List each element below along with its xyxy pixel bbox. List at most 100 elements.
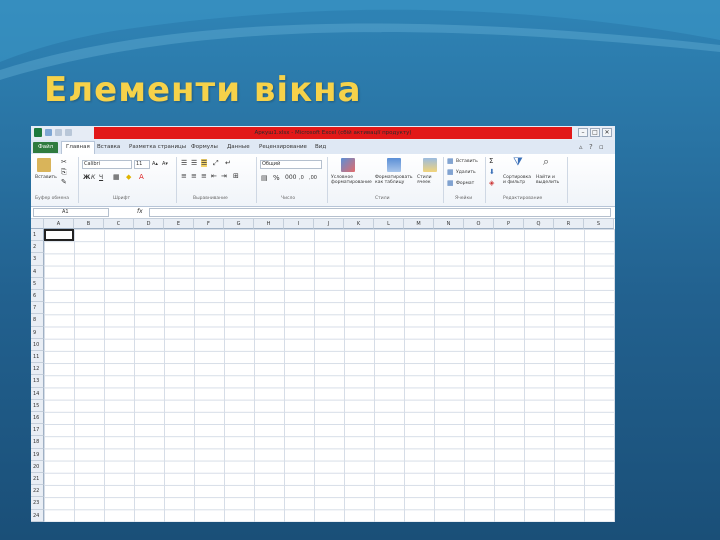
font-size-select[interactable]: 11	[134, 160, 150, 169]
find-select-label[interactable]: Найти и выделить	[536, 175, 566, 185]
column-header[interactable]: K	[344, 219, 374, 229]
sort-filter-label[interactable]: Сортировка и фильтр	[503, 175, 533, 185]
active-cell[interactable]	[44, 229, 74, 241]
row-header[interactable]: 20	[31, 460, 44, 473]
align-bottom-icon[interactable]: ☰	[201, 159, 208, 167]
row-header[interactable]: 12	[31, 363, 44, 376]
column-header[interactable]: J	[314, 219, 344, 229]
fx-icon[interactable]: fx	[137, 208, 143, 215]
percent-icon[interactable]: %	[273, 174, 280, 182]
cut-icon[interactable]: ✂	[61, 158, 67, 166]
column-header[interactable]: P	[494, 219, 524, 229]
column-header[interactable]: F	[194, 219, 224, 229]
name-box[interactable]: A1	[33, 208, 109, 217]
format-as-table-icon[interactable]	[387, 158, 401, 172]
column-header[interactable]: L	[374, 219, 404, 229]
wrap-text-icon[interactable]: ↵	[225, 159, 231, 167]
format-painter-icon[interactable]: ✎	[61, 178, 67, 186]
autosum-icon[interactable]: Σ	[489, 157, 493, 165]
shrink-font-icon[interactable]: A▾	[162, 160, 168, 168]
row-header[interactable]: 15	[31, 399, 44, 412]
column-header[interactable]: C	[104, 219, 134, 229]
format-as-table-label[interactable]: Форматировать как таблицу	[375, 175, 415, 185]
tab-view[interactable]: Вид	[315, 142, 326, 153]
cell-styles-icon[interactable]	[423, 158, 437, 172]
column-header[interactable]: D	[134, 219, 164, 229]
minimize-ribbon-icon[interactable]: ▵	[579, 143, 583, 151]
fill-icon[interactable]: ⬇	[489, 168, 495, 176]
row-header[interactable]: 6	[31, 290, 44, 303]
number-format-select[interactable]: Общий	[260, 160, 322, 169]
row-header[interactable]: 19	[31, 448, 44, 461]
row-header[interactable]: 9	[31, 326, 44, 339]
font-name-select[interactable]: Calibri	[82, 160, 132, 169]
redo-icon[interactable]	[65, 129, 72, 136]
paste-icon[interactable]	[37, 158, 51, 172]
conditional-formatting-label[interactable]: Условное форматирование	[331, 175, 372, 185]
delete-cells-label[interactable]: Удалить	[456, 170, 476, 175]
window-restore-icon[interactable]: ▫	[599, 143, 604, 151]
copy-icon[interactable]: ⎘	[61, 168, 67, 176]
row-header[interactable]: 18	[31, 436, 44, 449]
select-all-button[interactable]	[31, 219, 44, 229]
row-header[interactable]: 16	[31, 412, 44, 425]
align-right-icon[interactable]: ≡	[201, 172, 207, 180]
align-top-icon[interactable]: ☰	[181, 159, 187, 167]
tab-home[interactable]: Главная	[61, 141, 95, 155]
borders-icon[interactable]: ▦	[113, 173, 120, 181]
comma-style-icon[interactable]: 000	[285, 174, 296, 182]
row-header[interactable]: 5	[31, 277, 44, 290]
fill-color-icon[interactable]: ◆	[126, 173, 131, 181]
column-header[interactable]: R	[554, 219, 584, 229]
find-select-icon[interactable]: ⌕	[543, 156, 549, 167]
increase-decimal-icon[interactable]: ,0	[299, 174, 304, 182]
decrease-decimal-icon[interactable]: ,00	[309, 174, 317, 182]
conditional-formatting-icon[interactable]	[341, 158, 355, 172]
decrease-indent-icon[interactable]: ⇤	[211, 172, 217, 180]
column-header[interactable]: I	[284, 219, 314, 229]
row-header[interactable]: 2	[31, 241, 44, 254]
column-header[interactable]: E	[164, 219, 194, 229]
merge-cells-icon[interactable]: ⊞	[233, 172, 239, 180]
help-icon[interactable]: ?	[589, 143, 593, 151]
row-header[interactable]: 23	[31, 497, 44, 510]
row-header[interactable]: 21	[31, 473, 44, 486]
column-header[interactable]: O	[464, 219, 494, 229]
tab-review[interactable]: Рецензирование	[259, 142, 307, 153]
close-button[interactable]: ✕	[602, 128, 612, 137]
align-center-icon[interactable]: ≡	[191, 172, 197, 180]
row-header[interactable]: 24	[31, 509, 44, 522]
row-header[interactable]: 10	[31, 338, 44, 351]
row-header[interactable]: 22	[31, 485, 44, 498]
column-header[interactable]: B	[74, 219, 104, 229]
tab-formulas[interactable]: Формулы	[191, 142, 218, 153]
bold-button[interactable]: Ж	[83, 174, 90, 182]
tab-data[interactable]: Данные	[227, 142, 250, 153]
underline-button[interactable]: Ч	[99, 174, 103, 182]
row-header[interactable]: 13	[31, 375, 44, 388]
row-header[interactable]: 17	[31, 424, 44, 437]
italic-button[interactable]: К	[91, 174, 95, 182]
row-header[interactable]: 3	[31, 253, 44, 266]
format-cells-icon[interactable]: ▦	[447, 179, 454, 187]
column-header[interactable]: Q	[524, 219, 554, 229]
tab-file[interactable]: Файл	[33, 142, 59, 153]
undo-icon[interactable]	[55, 129, 62, 136]
insert-cells-icon[interactable]: ▦	[447, 157, 454, 165]
column-header[interactable]: G	[224, 219, 254, 229]
save-icon[interactable]	[45, 129, 52, 136]
grow-font-icon[interactable]: A▴	[152, 160, 158, 168]
tab-insert[interactable]: Вставка	[97, 142, 120, 153]
row-header[interactable]: 4	[31, 265, 44, 278]
font-color-icon[interactable]: A	[139, 173, 144, 181]
orientation-icon[interactable]: ⤢	[213, 159, 219, 167]
delete-cells-icon[interactable]: ▦	[447, 168, 454, 176]
format-cells-label[interactable]: Формат	[456, 181, 474, 186]
align-left-icon[interactable]: ≡	[181, 172, 187, 180]
insert-cells-label[interactable]: Вставить	[456, 159, 478, 164]
row-header[interactable]: 1	[31, 229, 44, 242]
increase-indent-icon[interactable]: ⇥	[221, 172, 227, 180]
column-header[interactable]: A	[44, 219, 74, 229]
minimize-button[interactable]: –	[578, 128, 588, 137]
row-header[interactable]: 11	[31, 351, 44, 364]
